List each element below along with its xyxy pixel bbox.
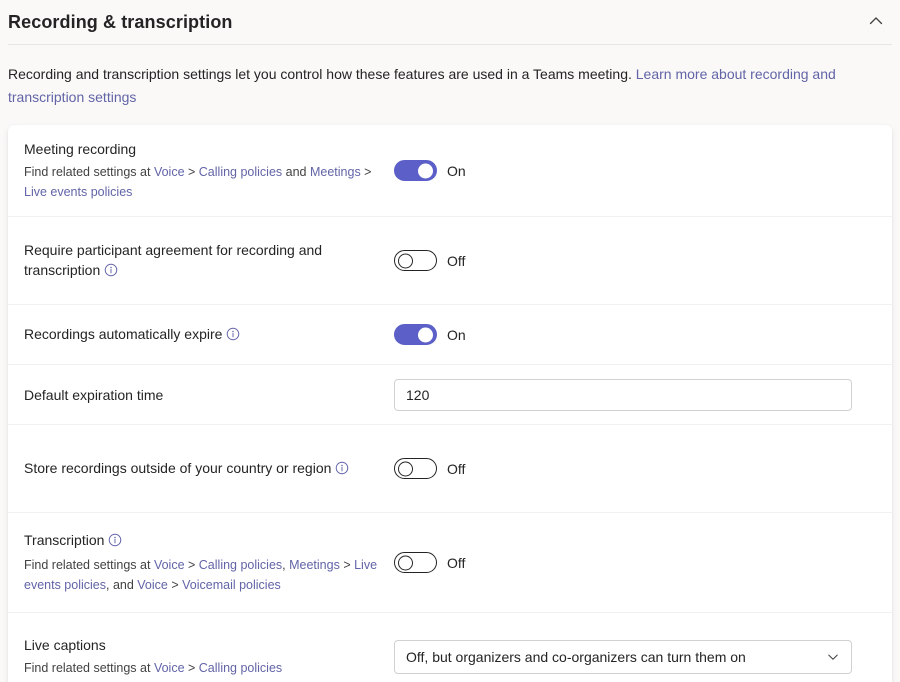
- setting-row-participant-agreement: Require participant agreement for record…: [8, 217, 892, 305]
- sub-sep-2: >: [361, 165, 372, 179]
- store-outside-region-title-text: Store recordings outside of your country…: [24, 460, 331, 476]
- sub-sep: >: [185, 661, 199, 675]
- section-description: Recording and transcription settings let…: [0, 45, 892, 125]
- recordings-expire-title: Recordings automatically expire: [24, 324, 382, 346]
- toggle-knob: [398, 555, 413, 570]
- transcription-title-text: Transcription: [24, 532, 104, 548]
- setting-row-live-captions: Live captions Find related settings at V…: [8, 613, 892, 682]
- meeting-recording-title: Meeting recording: [24, 139, 382, 159]
- store-outside-region-title: Store recordings outside of your country…: [24, 458, 382, 480]
- link-voice-2[interactable]: Voice: [137, 578, 168, 592]
- transcription-subtext: Find related settings at Voice > Calling…: [24, 555, 382, 595]
- link-voicemail-policies[interactable]: Voicemail policies: [182, 578, 281, 592]
- link-meetings[interactable]: Meetings: [289, 558, 340, 572]
- transcription-control: Off: [394, 552, 876, 573]
- link-calling-policies[interactable]: Calling policies: [199, 661, 282, 675]
- setting-row-transcription: Transcription Find related settings at V…: [8, 513, 892, 613]
- meeting-recording-subtext: Find related settings at Voice > Calling…: [24, 162, 382, 202]
- participant-agreement-control: Off: [394, 250, 876, 271]
- participant-agreement-title: Require participant agreement for record…: [24, 240, 382, 282]
- sub-sep-3: >: [168, 578, 182, 592]
- store-outside-region-control: Off: [394, 458, 876, 479]
- toggle-store-outside-region-state: Off: [447, 461, 465, 477]
- sub-prefix: Find related settings at: [24, 661, 154, 675]
- default-expiration-control: [394, 379, 876, 411]
- link-voice[interactable]: Voice: [154, 558, 185, 572]
- page-title: Recording & transcription: [8, 12, 233, 33]
- sub-sep: >: [185, 558, 199, 572]
- live-captions-label: Live captions Find related settings at V…: [24, 621, 394, 682]
- sub-prefix: Find related settings at: [24, 558, 154, 572]
- link-voice[interactable]: Voice: [154, 165, 185, 179]
- recordings-expire-control: On: [394, 324, 876, 345]
- toggle-knob: [398, 253, 413, 268]
- link-calling-policies[interactable]: Calling policies: [199, 165, 282, 179]
- sub-sep: >: [185, 165, 199, 179]
- sub-mid: and: [282, 165, 310, 179]
- collapse-section-button[interactable]: [860, 6, 892, 38]
- toggle-knob: [418, 327, 433, 342]
- toggle-participant-agreement-state: Off: [447, 253, 465, 269]
- transcription-title: Transcription: [24, 530, 382, 552]
- meeting-recording-control: On: [394, 160, 876, 181]
- meeting-recording-label: Meeting recording Find related settings …: [24, 125, 394, 216]
- setting-row-default-expiration: Default expiration time: [8, 365, 892, 425]
- default-expiration-title: Default expiration time: [24, 385, 382, 405]
- setting-row-store-outside-region: Store recordings outside of your country…: [8, 425, 892, 513]
- default-expiration-input[interactable]: [394, 379, 852, 411]
- default-expiration-label: Default expiration time: [24, 371, 394, 419]
- setting-row-recordings-expire: Recordings automatically expire On: [8, 305, 892, 365]
- description-text: Recording and transcription settings let…: [8, 66, 636, 82]
- toggle-recordings-expire-state: On: [447, 327, 466, 343]
- sub-sep-2: >: [340, 558, 354, 572]
- live-captions-title: Live captions: [24, 635, 382, 655]
- recordings-expire-label: Recordings automatically expire: [24, 310, 394, 360]
- info-icon[interactable]: [226, 326, 240, 346]
- live-captions-subtext: Find related settings at Voice > Calling…: [24, 658, 382, 678]
- recordings-expire-title-text: Recordings automatically expire: [24, 326, 222, 342]
- sub-prefix: Find related settings at: [24, 165, 154, 179]
- toggle-meeting-recording-state: On: [447, 163, 466, 179]
- live-captions-control: Off, but organizers and co-organizers ca…: [394, 640, 876, 674]
- store-outside-region-label: Store recordings outside of your country…: [24, 444, 394, 494]
- info-icon[interactable]: [104, 262, 118, 282]
- live-captions-value: Off, but organizers and co-organizers ca…: [406, 649, 826, 665]
- link-meetings[interactable]: Meetings: [310, 165, 361, 179]
- toggle-knob: [418, 163, 433, 178]
- chevron-up-icon: [868, 13, 884, 32]
- toggle-participant-agreement[interactable]: [394, 250, 437, 271]
- toggle-meeting-recording[interactable]: [394, 160, 437, 181]
- info-icon[interactable]: [335, 460, 349, 480]
- transcription-label: Transcription Find related settings at V…: [24, 516, 394, 609]
- settings-card: Meeting recording Find related settings …: [8, 125, 892, 682]
- toggle-knob: [398, 461, 413, 476]
- setting-row-meeting-recording: Meeting recording Find related settings …: [8, 125, 892, 217]
- sub-and: , and: [106, 578, 137, 592]
- toggle-transcription[interactable]: [394, 552, 437, 573]
- participant-agreement-label: Require participant agreement for record…: [24, 226, 394, 296]
- chevron-down-icon: [826, 650, 840, 664]
- link-voice[interactable]: Voice: [154, 661, 185, 675]
- toggle-store-outside-region[interactable]: [394, 458, 437, 479]
- section-header: Recording & transcription: [0, 0, 900, 44]
- live-captions-dropdown[interactable]: Off, but organizers and co-organizers ca…: [394, 640, 852, 674]
- toggle-transcription-state: Off: [447, 555, 465, 571]
- participant-agreement-title-text: Require participant agreement for record…: [24, 242, 322, 278]
- link-live-events-policies[interactable]: Live events policies: [24, 185, 132, 199]
- link-calling-policies[interactable]: Calling policies: [199, 558, 282, 572]
- toggle-recordings-expire[interactable]: [394, 324, 437, 345]
- info-icon[interactable]: [108, 532, 122, 552]
